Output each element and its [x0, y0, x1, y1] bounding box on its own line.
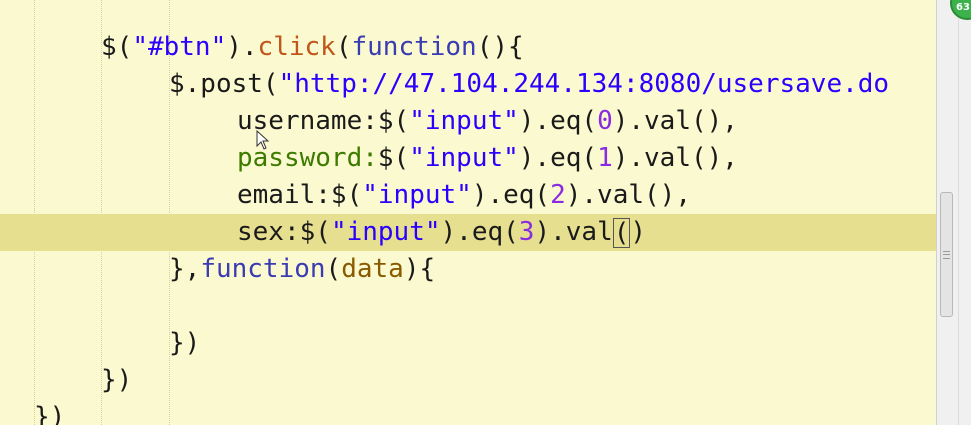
- code-token: ).: [226, 32, 258, 62]
- string-literal: "http://47.104.244.134:8080/usersave.do: [278, 69, 890, 99]
- code-token: },: [169, 254, 201, 284]
- property-key: sex:: [237, 217, 300, 247]
- grip-icon: [943, 251, 950, 259]
- method-name: click: [257, 32, 336, 62]
- number-literal: 3: [518, 217, 535, 247]
- code-line-10[interactable]: }): [0, 362, 971, 399]
- code-token: ).eq(: [518, 106, 598, 136]
- scrollbar-thumb[interactable]: [940, 192, 953, 317]
- code-token: $.post(: [169, 69, 279, 99]
- code-token: $(: [330, 180, 363, 210]
- status-badge-count: 63: [956, 2, 970, 13]
- code-token: $(: [377, 106, 410, 136]
- code-token: $(: [377, 143, 410, 173]
- number-literal: 1: [597, 143, 613, 173]
- vertical-scrollbar[interactable]: [936, 0, 971, 425]
- code-line-4[interactable]: password:$("input").eq(1).val(),: [0, 140, 971, 177]
- string-literal: "input": [330, 217, 441, 247]
- code-token: ).eq(: [440, 217, 519, 247]
- code-token: ).val(),: [612, 106, 738, 136]
- string-literal: "input": [362, 180, 472, 210]
- code-token: ).eq(: [518, 143, 598, 173]
- code-token: ){: [403, 254, 436, 284]
- scrollbar-divider: [958, 0, 959, 425]
- code-token: }): [101, 365, 133, 395]
- code-token: $(: [299, 217, 331, 247]
- code-token: (){: [476, 32, 524, 62]
- code-line-1[interactable]: $("#btn").click(function(){: [0, 29, 971, 66]
- code-token: ).val(),: [565, 180, 691, 210]
- code-line-7[interactable]: },function(data){: [0, 251, 971, 288]
- code-line-11[interactable]: }): [0, 399, 970, 425]
- code-token: ): [630, 217, 647, 247]
- code-token: ).eq(: [471, 180, 551, 210]
- code-line-6-current[interactable]: sex:$("input").eq(3).val(): [0, 214, 936, 251]
- code-line-9[interactable]: }): [0, 325, 971, 362]
- string-literal: "#btn": [132, 32, 227, 62]
- code-editor[interactable]: $("#btn").click(function(){ $.post("http…: [0, 0, 971, 425]
- code-token: (: [335, 32, 352, 62]
- number-literal: 0: [597, 106, 613, 136]
- function-keyword: function: [200, 254, 326, 284]
- code-line-3[interactable]: username:$("input").eq(0).val(),: [0, 103, 971, 140]
- code-token: ).val: [534, 217, 613, 247]
- string-literal: "input": [409, 106, 519, 136]
- parameter-name: data: [341, 254, 404, 284]
- code-line-2[interactable]: $.post("http://47.104.244.134:8080/users…: [0, 66, 971, 103]
- text-caret-bracket: (: [612, 217, 631, 248]
- function-keyword: function: [351, 32, 477, 62]
- string-literal: "input": [409, 143, 519, 173]
- code-token: }): [169, 328, 201, 358]
- code-token: $(: [101, 32, 133, 62]
- code-line-8[interactable]: [0, 288, 971, 325]
- code-token: ).val(),: [612, 143, 738, 173]
- mouse-pointer-icon: [256, 130, 270, 150]
- number-literal: 2: [550, 180, 566, 210]
- code-token: }): [34, 402, 66, 425]
- code-line-5[interactable]: email:$("input").eq(2).val(),: [0, 177, 971, 214]
- property-key: email:: [237, 180, 331, 210]
- code-token: (: [325, 254, 342, 284]
